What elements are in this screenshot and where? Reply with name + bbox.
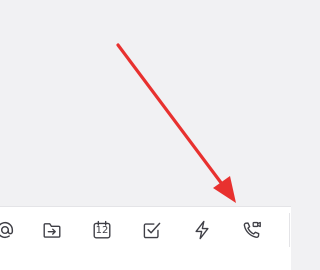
mention-button[interactable] [0, 217, 18, 243]
calendar-day-label: 12 [95, 225, 109, 236]
checkbox-icon [143, 222, 161, 239]
folder-move-icon [43, 223, 61, 238]
move-to-folder-button[interactable] [39, 217, 65, 243]
calendar-button[interactable]: 12 [89, 217, 115, 243]
task-button[interactable] [139, 217, 165, 243]
toolbar-divider [289, 213, 290, 247]
mention-icon [0, 221, 14, 239]
call-button[interactable] [239, 217, 265, 243]
bottom-toolbar: 12 [0, 206, 291, 270]
content-area [0, 0, 291, 206]
lightning-icon [195, 220, 209, 240]
phone-video-icon [243, 221, 261, 238]
quick-action-button[interactable] [189, 217, 215, 243]
